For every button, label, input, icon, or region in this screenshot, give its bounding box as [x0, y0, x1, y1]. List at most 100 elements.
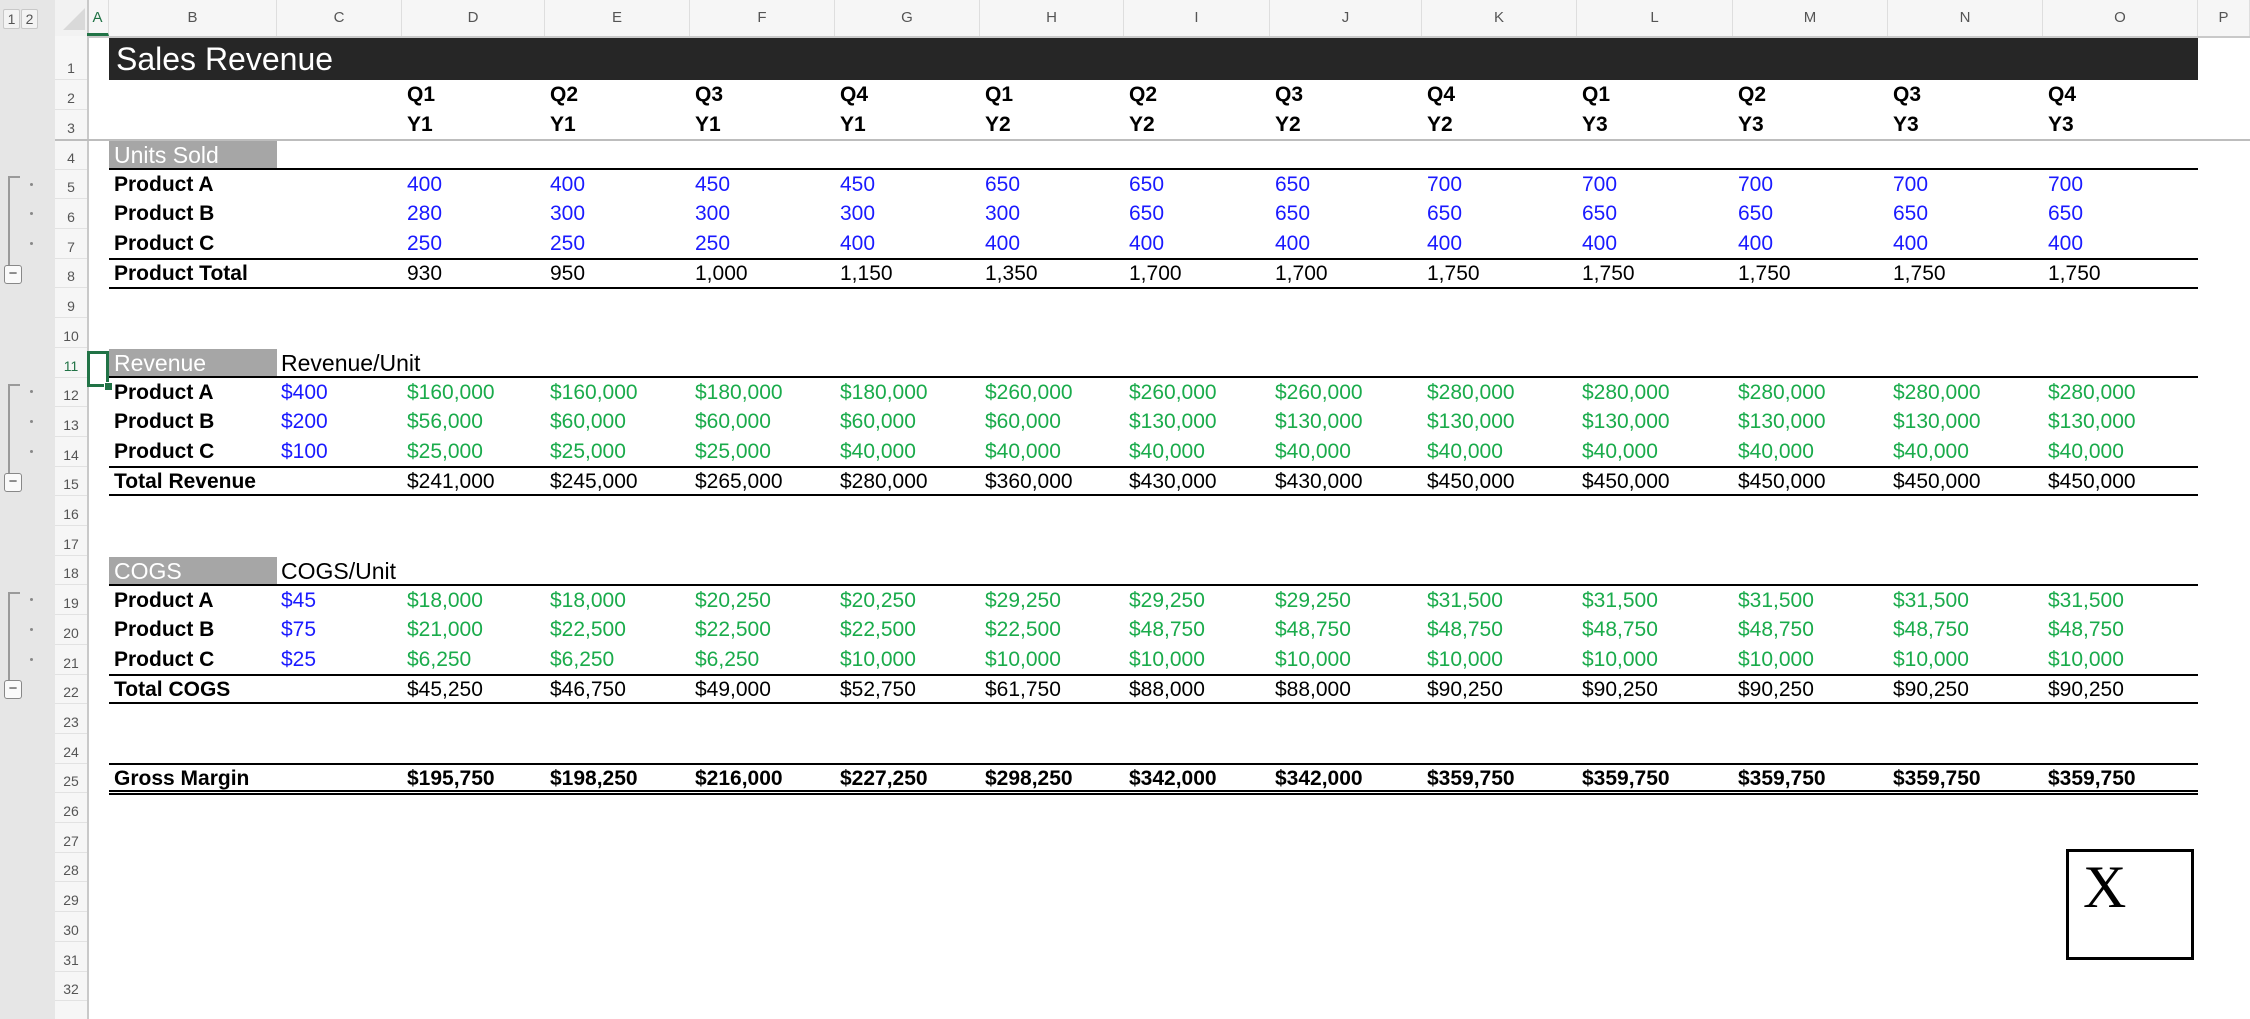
value-cell[interactable]: 400: [550, 170, 585, 200]
gross-margin-cell[interactable]: $359,750: [2048, 764, 2136, 794]
column-header-j[interactable]: J: [1270, 0, 1422, 36]
value-cell[interactable]: $10,000: [1738, 645, 1814, 675]
per-unit-rate[interactable]: $400: [281, 378, 328, 408]
value-cell[interactable]: $10,000: [2048, 645, 2124, 675]
collapse-group-button[interactable]: −: [4, 680, 22, 700]
total-cell[interactable]: $88,000: [1275, 675, 1351, 705]
value-cell[interactable]: 650: [985, 170, 1020, 200]
column-header-c[interactable]: C: [277, 0, 402, 36]
period-year-header[interactable]: Y1: [695, 110, 721, 140]
value-cell[interactable]: $40,000: [985, 437, 1061, 467]
revenue-per-unit-header[interactable]: Revenue/Unit: [281, 349, 420, 378]
row-header-4[interactable]: 4: [55, 140, 87, 170]
period-year-header[interactable]: Y3: [1738, 110, 1764, 140]
value-cell[interactable]: $40,000: [1275, 437, 1351, 467]
total-cell[interactable]: $88,000: [1129, 675, 1205, 705]
row-header-30[interactable]: 30: [55, 912, 87, 942]
value-cell[interactable]: 400: [1129, 229, 1164, 259]
column-header-l[interactable]: L: [1577, 0, 1733, 36]
value-cell[interactable]: 400: [1427, 229, 1462, 259]
column-header-d[interactable]: D: [402, 0, 545, 36]
column-header-i[interactable]: I: [1124, 0, 1270, 36]
total-cell[interactable]: $90,250: [1893, 675, 1969, 705]
value-cell[interactable]: $6,250: [550, 645, 614, 675]
period-year-header[interactable]: Y3: [2048, 110, 2074, 140]
total-cell[interactable]: $46,750: [550, 675, 626, 705]
gross-margin-cell[interactable]: $198,250: [550, 764, 638, 794]
value-cell[interactable]: 300: [550, 199, 585, 229]
total-cell[interactable]: 1,750: [1738, 259, 1791, 289]
row-header-17[interactable]: 17: [55, 526, 87, 556]
value-cell[interactable]: $21,000: [407, 615, 483, 645]
total-cell[interactable]: $450,000: [1738, 467, 1826, 497]
total-cell[interactable]: 1,750: [2048, 259, 2101, 289]
column-header-b[interactable]: B: [109, 0, 277, 36]
value-cell[interactable]: 650: [1275, 199, 1310, 229]
total-cell[interactable]: 1,350: [985, 259, 1038, 289]
value-cell[interactable]: $60,000: [840, 407, 916, 437]
total-cell[interactable]: $450,000: [1427, 467, 1515, 497]
value-cell[interactable]: 700: [2048, 170, 2083, 200]
value-cell[interactable]: 300: [695, 199, 730, 229]
row-header-11[interactable]: 11: [55, 348, 87, 378]
gross-margin-label[interactable]: Gross Margin: [114, 764, 249, 794]
value-cell[interactable]: 300: [840, 199, 875, 229]
total-cell[interactable]: $49,000: [695, 675, 771, 705]
value-cell[interactable]: $130,000: [1582, 407, 1670, 437]
total-cell[interactable]: $450,000: [2048, 467, 2136, 497]
period-quarter-header[interactable]: Q4: [1427, 80, 1455, 110]
gross-margin-cell[interactable]: $216,000: [695, 764, 783, 794]
value-cell[interactable]: $180,000: [840, 378, 928, 408]
row-header-8[interactable]: 8: [55, 259, 87, 289]
value-cell[interactable]: $60,000: [550, 407, 626, 437]
period-quarter-header[interactable]: Q1: [985, 80, 1013, 110]
value-cell[interactable]: $25,000: [407, 437, 483, 467]
per-unit-rate[interactable]: $200: [281, 407, 328, 437]
value-cell[interactable]: $280,000: [1427, 378, 1515, 408]
row-label-product[interactable]: Product C: [114, 645, 214, 675]
value-cell[interactable]: $60,000: [985, 407, 1061, 437]
period-quarter-header[interactable]: Q3: [1893, 80, 1921, 110]
row-header-12[interactable]: 12: [55, 378, 87, 408]
period-year-header[interactable]: Y2: [1129, 110, 1155, 140]
row-label-product[interactable]: Product C: [114, 229, 214, 259]
row-header-20[interactable]: 20: [55, 615, 87, 645]
value-cell[interactable]: $22,500: [695, 615, 771, 645]
value-cell[interactable]: $48,750: [2048, 615, 2124, 645]
per-unit-rate[interactable]: $45: [281, 586, 316, 616]
row-header-25[interactable]: 25: [55, 764, 87, 794]
column-header-n[interactable]: N: [1888, 0, 2043, 36]
value-cell[interactable]: 450: [695, 170, 730, 200]
value-cell[interactable]: $48,750: [1129, 615, 1205, 645]
period-year-header[interactable]: Y2: [1275, 110, 1301, 140]
value-cell[interactable]: 700: [1893, 170, 1928, 200]
value-cell[interactable]: 650: [1427, 199, 1462, 229]
value-cell[interactable]: 400: [1893, 229, 1928, 259]
period-year-header[interactable]: Y3: [1893, 110, 1919, 140]
column-header-a[interactable]: A: [87, 0, 109, 36]
period-quarter-header[interactable]: Q2: [1738, 80, 1766, 110]
total-cell[interactable]: $90,250: [1582, 675, 1658, 705]
value-cell[interactable]: $6,250: [407, 645, 471, 675]
value-cell[interactable]: $20,250: [840, 586, 916, 616]
column-header-g[interactable]: G: [835, 0, 980, 36]
period-quarter-header[interactable]: Q3: [695, 80, 723, 110]
cogs-per-unit-header[interactable]: COGS/Unit: [281, 557, 396, 586]
value-cell[interactable]: $31,500: [1893, 586, 1969, 616]
row-label-product[interactable]: Product A: [114, 378, 214, 408]
period-quarter-header[interactable]: Q1: [1582, 80, 1610, 110]
total-cell[interactable]: $90,250: [1427, 675, 1503, 705]
revenue-section-header[interactable]: Revenue: [109, 348, 277, 378]
value-cell[interactable]: $40,000: [1893, 437, 1969, 467]
outline-level-2-button[interactable]: 2: [21, 9, 38, 29]
period-year-header[interactable]: Y3: [1582, 110, 1608, 140]
period-quarter-header[interactable]: Q2: [550, 80, 578, 110]
period-quarter-header[interactable]: Q4: [840, 80, 868, 110]
period-quarter-header[interactable]: Q4: [2048, 80, 2076, 110]
value-cell[interactable]: $130,000: [2048, 407, 2136, 437]
row-header-10[interactable]: 10: [55, 318, 87, 348]
total-cell[interactable]: $430,000: [1129, 467, 1217, 497]
value-cell[interactable]: 250: [695, 229, 730, 259]
value-cell[interactable]: $260,000: [1129, 378, 1217, 408]
value-cell[interactable]: 300: [985, 199, 1020, 229]
